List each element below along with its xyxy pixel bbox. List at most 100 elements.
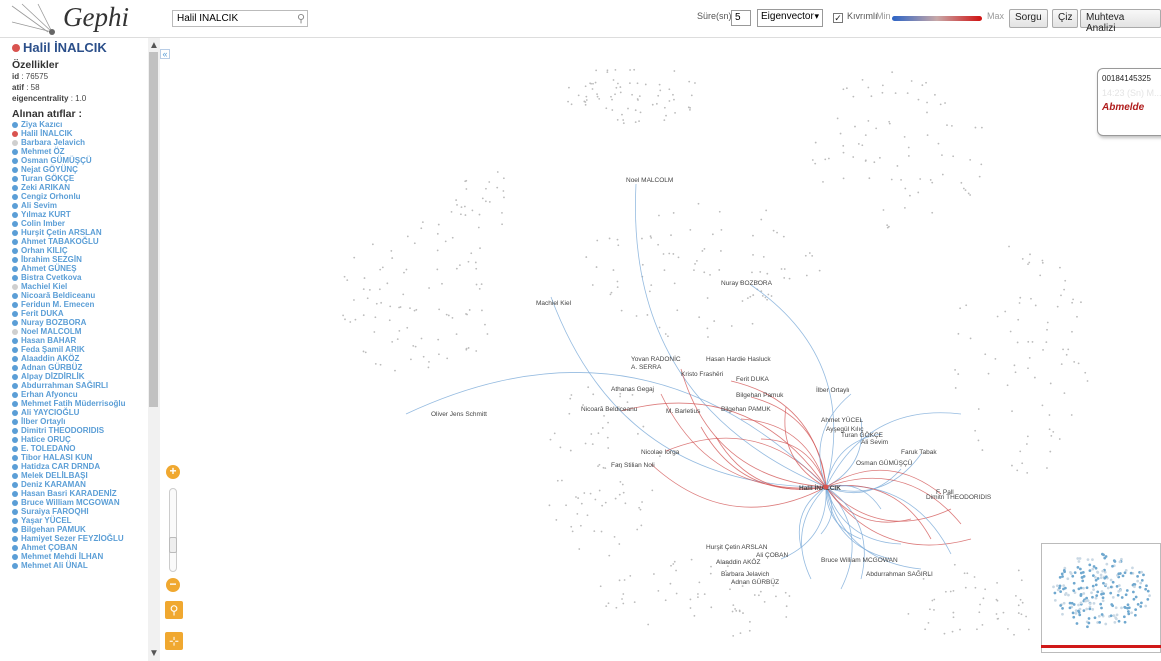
citation-item[interactable]: Halil İNALCIK [12, 129, 148, 138]
graph-node-dot [553, 432, 556, 435]
citation-dot [12, 211, 18, 218]
zoom-slider[interactable] [169, 488, 177, 572]
citation-item[interactable]: Ali Sevim [12, 201, 148, 210]
citation-item[interactable]: Ahmet GÜNEŞ [12, 264, 148, 273]
graph-node-dot [770, 295, 773, 297]
citation-item[interactable]: Noel MALCOLM [12, 327, 148, 336]
curved-checkbox[interactable]: ✓ [833, 13, 843, 23]
duration-input[interactable]: 5 [731, 10, 751, 26]
graph-node-dot [1070, 414, 1073, 416]
minimap-node-dot [1123, 620, 1127, 624]
citation-item[interactable]: Colin Imber [12, 219, 148, 228]
citation-item[interactable]: Nejat GÖYÜNÇ [12, 165, 148, 174]
citation-item[interactable]: Deniz KARAMAN [12, 480, 148, 489]
minimap[interactable] [1041, 543, 1161, 653]
citation-item[interactable]: E. TOLEDANO [12, 444, 148, 453]
zoom-out-icon[interactable]: − [166, 578, 180, 592]
sidebar-scrollbar[interactable]: ▲ ▼ [148, 38, 160, 661]
citation-item[interactable]: Hurşit Çetin ARSLAN [12, 228, 148, 237]
graph-node-dot [995, 598, 998, 601]
citation-item[interactable]: Orhan KILIÇ [12, 246, 148, 255]
query-button[interactable]: Sorgu [1009, 9, 1048, 28]
citation-item[interactable]: Melek DELİLBAŞI [12, 471, 148, 480]
search-input[interactable] [172, 10, 308, 27]
citation-item[interactable]: Mehmet Fatih Müderrisoğlu [12, 399, 148, 408]
graph-node-dot [697, 593, 699, 595]
graph-node-dot [982, 597, 985, 600]
citation-item[interactable]: Mehmet ÖZ [12, 147, 148, 156]
citation-item[interactable]: Erhan Afyoncu [12, 390, 148, 399]
citation-item[interactable]: Yaşar YÜCEL [12, 516, 148, 525]
citation-item[interactable]: Suraiya FAROQHI [12, 507, 148, 516]
citation-item[interactable]: Ahmet TABAKOĞLU [12, 237, 148, 246]
citation-item[interactable]: İlber Ortaylı [12, 417, 148, 426]
citation-item[interactable]: İbrahim SEZGİN [12, 255, 148, 264]
scroll-up-icon[interactable]: ▲ [149, 40, 159, 51]
citation-item[interactable]: Feridun M. Emecen [12, 300, 148, 309]
citation-item[interactable]: Hamiyet Sezer FEYZİOĞLU [12, 534, 148, 543]
zoom-slider-thumb[interactable] [169, 537, 177, 553]
citation-item[interactable]: Cengiz Orhonlu [12, 192, 148, 201]
minimap-node-dot [1066, 577, 1070, 581]
graph-node-dot [931, 211, 934, 214]
citation-item[interactable]: Bruce William MCGOWAN [12, 498, 148, 507]
content-analysis-button[interactable]: Muhteva Analizi [1080, 9, 1161, 34]
citation-item[interactable]: Ziya Kazıcı [12, 120, 148, 129]
citation-item[interactable]: Ahmet ÇOBAN [12, 543, 148, 552]
citation-item[interactable]: Ferit DUKA [12, 309, 148, 318]
citation-item[interactable]: Osman GÜMÜŞÇÜ [12, 156, 148, 165]
graph-node-dot [672, 253, 675, 255]
citation-item[interactable]: Yılmaz KURT [12, 210, 148, 219]
citation-item[interactable]: Zeki ARIKAN [12, 183, 148, 192]
minimap-node-dot [1114, 616, 1118, 620]
graph-node-dot [952, 589, 955, 592]
citation-item[interactable]: Hasan Basri KARADENİZ [12, 489, 148, 498]
citation-item[interactable]: Hasan BAHAR [12, 336, 148, 345]
zoom-in-icon[interactable]: + [166, 465, 180, 479]
graph-node-dot [673, 98, 675, 101]
graph-node-dot [1028, 356, 1031, 359]
minimap-node-dot [1094, 596, 1098, 600]
graph-node-dot [570, 394, 573, 396]
minimap-node-dot [1118, 572, 1122, 575]
citation-item[interactable]: Bistra Cvetkova [12, 273, 148, 282]
citation-item[interactable]: Alpay DİZDİRLİK [12, 372, 148, 381]
citation-item[interactable]: Mehmet Mehdi İLHAN [12, 552, 148, 561]
citation-item[interactable]: Nicoară Beldiceanu [12, 291, 148, 300]
citation-item[interactable]: Adnan GÜRBÜZ [12, 363, 148, 372]
search-icon[interactable]: ⚲ [297, 12, 305, 25]
citation-item[interactable]: Hatice ORUÇ [12, 435, 148, 444]
citation-item[interactable]: Ali YAYCIOĞLU [12, 408, 148, 417]
minimap-node-dot [1121, 574, 1125, 578]
minimap-node-dot [1079, 586, 1083, 590]
citation-item[interactable]: Alaaddin AKÖZ [12, 354, 148, 363]
scrollbar-thumb[interactable] [149, 52, 158, 407]
graph-node-dot [735, 609, 738, 612]
citation-item[interactable]: Barbara Jelavich [12, 138, 148, 147]
graph-canvas[interactable]: Noel MALCOLM Nuray BOZBORA Machiel Kiel Oli… [161, 39, 1161, 661]
graph-node-dot [584, 85, 587, 88]
graph-node-dot [984, 588, 987, 591]
graph-node-dot [616, 280, 619, 283]
citation-item[interactable]: Bilgehan PAMUK [12, 525, 148, 534]
citation-item[interactable]: Tibor HALASI KUN [12, 453, 148, 462]
graph-node-dot [428, 360, 430, 363]
citation-item[interactable]: Hatidza CAR DRNDA [12, 462, 148, 471]
minimap-node-dot [1099, 602, 1103, 606]
magnifier-icon[interactable]: ⚲ [165, 601, 183, 619]
graph-node-dot [396, 338, 399, 340]
citation-item[interactable]: Feda Şamil ARIK [12, 345, 148, 354]
scroll-down-icon[interactable]: ▼ [149, 648, 159, 659]
citation-item[interactable]: Dimitri THEODORIDIS [12, 426, 148, 435]
minimap-node-dot [1072, 615, 1076, 619]
citation-item[interactable]: Abdurrahman SAĞIRLI [12, 381, 148, 390]
graph-node-dot [667, 335, 669, 338]
citation-item[interactable]: Nuray BOZBORA [12, 318, 148, 327]
draw-button[interactable]: Çiz [1052, 9, 1079, 28]
citation-item[interactable]: Turan GÖKÇE [12, 174, 148, 183]
metric-select[interactable]: Eigenvector ▾ [757, 9, 823, 27]
graph-node-dot [1080, 301, 1082, 304]
citation-item[interactable]: Mehmet Ali ÜNAL [12, 561, 148, 570]
citation-item[interactable]: Machiel Kiel [12, 282, 148, 291]
center-icon[interactable]: ⊹ [165, 632, 183, 650]
